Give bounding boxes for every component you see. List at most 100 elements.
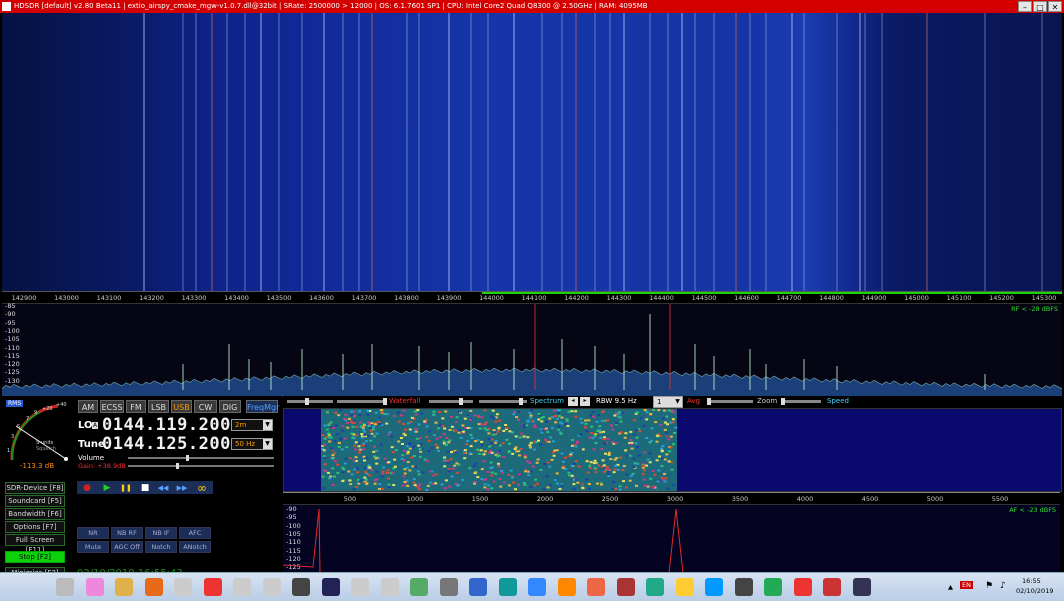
mode-button-ecss[interactable]: ECSS bbox=[100, 400, 124, 413]
af-spectrum[interactable]: -90 -95 -100 -105 -110 -115 -120 -125 AF < -23 … bbox=[283, 504, 1060, 573]
side-button-3[interactable]: Options [F7] bbox=[5, 521, 65, 533]
dsp-button-nr[interactable]: NR bbox=[77, 527, 109, 539]
band-select[interactable]: 2m ▼ bbox=[231, 419, 273, 431]
dsp-button-nb-if[interactable]: NB IF bbox=[145, 527, 177, 539]
mode-button-cw[interactable]: CW bbox=[194, 400, 217, 413]
s-scale-1: 1 bbox=[7, 448, 11, 454]
dsp-button-afc[interactable]: AFC bbox=[179, 527, 211, 539]
ham-radio-icon[interactable] bbox=[203, 578, 222, 596]
rtty-icon[interactable] bbox=[233, 578, 251, 596]
firefox-icon[interactable] bbox=[144, 578, 163, 596]
calc-icon[interactable] bbox=[410, 578, 428, 596]
spectrum-slider-2[interactable] bbox=[479, 398, 527, 405]
freqmgr-button[interactable]: FreqMgr bbox=[246, 400, 279, 413]
rtty-icon-3[interactable] bbox=[380, 578, 399, 596]
spectrum-slider-1[interactable] bbox=[429, 398, 473, 405]
record-button[interactable]: ● bbox=[80, 483, 94, 493]
crown-icon[interactable] bbox=[616, 578, 635, 596]
side-button-1[interactable]: Soundcard [F5] bbox=[5, 495, 65, 507]
tt-tuner-icon[interactable] bbox=[292, 578, 310, 596]
window-icon[interactable] bbox=[174, 578, 192, 596]
phone-icon[interactable] bbox=[734, 578, 753, 596]
gain-slider[interactable] bbox=[128, 463, 274, 469]
squelch-label[interactable]: Squelch bbox=[36, 446, 56, 452]
mode-button-lsb[interactable]: LSB bbox=[148, 400, 169, 413]
rf-axis-tick: 145000 bbox=[904, 294, 929, 302]
zoom-slider[interactable] bbox=[781, 398, 821, 405]
rtty-icon-2[interactable] bbox=[262, 578, 281, 596]
dsp-button-anotch[interactable]: ANotch bbox=[179, 541, 211, 553]
rbw-left-button[interactable]: ◂ bbox=[568, 397, 578, 406]
tray-date[interactable]: 02/10/2019 bbox=[1016, 587, 1053, 595]
af-waterfall[interactable] bbox=[283, 408, 1062, 492]
minimize-button[interactable]: – bbox=[1018, 1, 1032, 12]
game-icon[interactable] bbox=[439, 578, 458, 596]
lo-marker[interactable]: A bbox=[92, 422, 99, 429]
spectrum-label: Spectrum bbox=[530, 397, 564, 405]
volume-slider[interactable] bbox=[128, 455, 274, 461]
waterfall-slider-2[interactable] bbox=[337, 398, 387, 405]
language-indicator[interactable]: EN bbox=[960, 581, 973, 589]
avg-select[interactable]: 1 ▼ bbox=[653, 396, 683, 408]
step-select[interactable]: 50 Hz ▼ bbox=[231, 438, 273, 450]
mode-button-dig[interactable]: DIG bbox=[219, 400, 241, 413]
app-icon[interactable] bbox=[2, 2, 11, 11]
s-meter: RMS 1 3 5 7 9 +20 +40 S-units Squelch -1… bbox=[2, 398, 74, 474]
stop-button[interactable]: ■ bbox=[138, 483, 152, 493]
ham-radio-icon-2[interactable] bbox=[793, 578, 812, 596]
dsp-button-mute[interactable]: Mute bbox=[77, 541, 109, 553]
rf-spectrum[interactable]: -85-90-95-100-105-110-115-120-125-130-13… bbox=[2, 302, 1062, 397]
speed-label: Speed bbox=[827, 397, 849, 405]
side-button-5[interactable]: Stop [F2] bbox=[5, 551, 65, 563]
flower-icon[interactable] bbox=[587, 578, 605, 596]
af-axis-tick: 4000 bbox=[796, 495, 814, 503]
tray-arrow-icon[interactable]: ▲ bbox=[948, 583, 953, 591]
title-bar: HDSDR [default] v2.80 Beta11 | extio_air… bbox=[0, 0, 1064, 13]
excel-icon[interactable] bbox=[764, 578, 782, 596]
dsp-button-nb-rf[interactable]: NB RF bbox=[111, 527, 143, 539]
tray-time[interactable]: 16:55 bbox=[1022, 577, 1041, 585]
rf-axis-tick: 145200 bbox=[989, 294, 1014, 302]
pause-button[interactable]: ❚❚ bbox=[119, 483, 133, 493]
rf-waterfall[interactable] bbox=[2, 13, 1062, 291]
volume-label: Volume bbox=[78, 454, 105, 462]
waterfall-slider-1[interactable] bbox=[287, 398, 333, 405]
loop-button[interactable]: ∞ bbox=[195, 482, 209, 494]
lo-frequency-display[interactable]: 0144.119.200 bbox=[102, 415, 231, 435]
dsp-button-notch[interactable]: Notch bbox=[145, 541, 177, 553]
rbw-right-button[interactable]: ▸ bbox=[580, 397, 590, 406]
rf-axis-tick: 145100 bbox=[946, 294, 972, 302]
id-icon[interactable] bbox=[56, 578, 74, 596]
side-button-2[interactable]: Bandwidth [F6] bbox=[5, 508, 65, 520]
stack-icon[interactable] bbox=[469, 578, 487, 596]
mode-button-usb[interactable]: USB bbox=[171, 400, 192, 413]
avg-slider[interactable] bbox=[707, 398, 753, 405]
maximize-button[interactable]: □ bbox=[1033, 1, 1047, 12]
sound-icon[interactable] bbox=[675, 578, 694, 596]
close-button[interactable]: ✕ bbox=[1048, 1, 1062, 12]
rf-axis-tick: 144400 bbox=[649, 294, 674, 302]
globe-icon[interactable] bbox=[646, 578, 664, 596]
rf-axis-tick: 142900 bbox=[11, 294, 37, 302]
side-button-0[interactable]: SDR-Device [F8] bbox=[5, 482, 65, 494]
arduino-icon[interactable] bbox=[498, 578, 517, 596]
side-button-4[interactable]: Full Screen [F11] bbox=[5, 534, 65, 554]
grid-icon[interactable] bbox=[351, 578, 369, 596]
mode-button-am[interactable]: AM bbox=[78, 400, 98, 413]
ie-icon[interactable] bbox=[528, 578, 546, 596]
skype-icon[interactable] bbox=[705, 578, 723, 596]
paint-icon[interactable] bbox=[85, 578, 104, 596]
forward-button[interactable]: ▶▶ bbox=[175, 483, 189, 493]
hdsdr-icon[interactable] bbox=[321, 578, 340, 596]
folder-icon[interactable] bbox=[115, 578, 133, 596]
clock-icon[interactable] bbox=[852, 578, 871, 596]
rewind-button[interactable]: ◀◀ bbox=[156, 483, 170, 493]
tune-frequency-display[interactable]: 0144.125.200 bbox=[102, 434, 231, 454]
headphones-icon[interactable] bbox=[557, 578, 576, 596]
network-icon[interactable]: ⚑ bbox=[985, 581, 993, 591]
play-button[interactable]: ▶ bbox=[100, 483, 114, 493]
dsp-button-agc-off[interactable]: AGC Off bbox=[111, 541, 143, 553]
satellite-icon[interactable] bbox=[823, 578, 841, 596]
volume-icon[interactable]: ♪ bbox=[1000, 581, 1006, 591]
mode-button-fm[interactable]: FM bbox=[126, 400, 146, 413]
